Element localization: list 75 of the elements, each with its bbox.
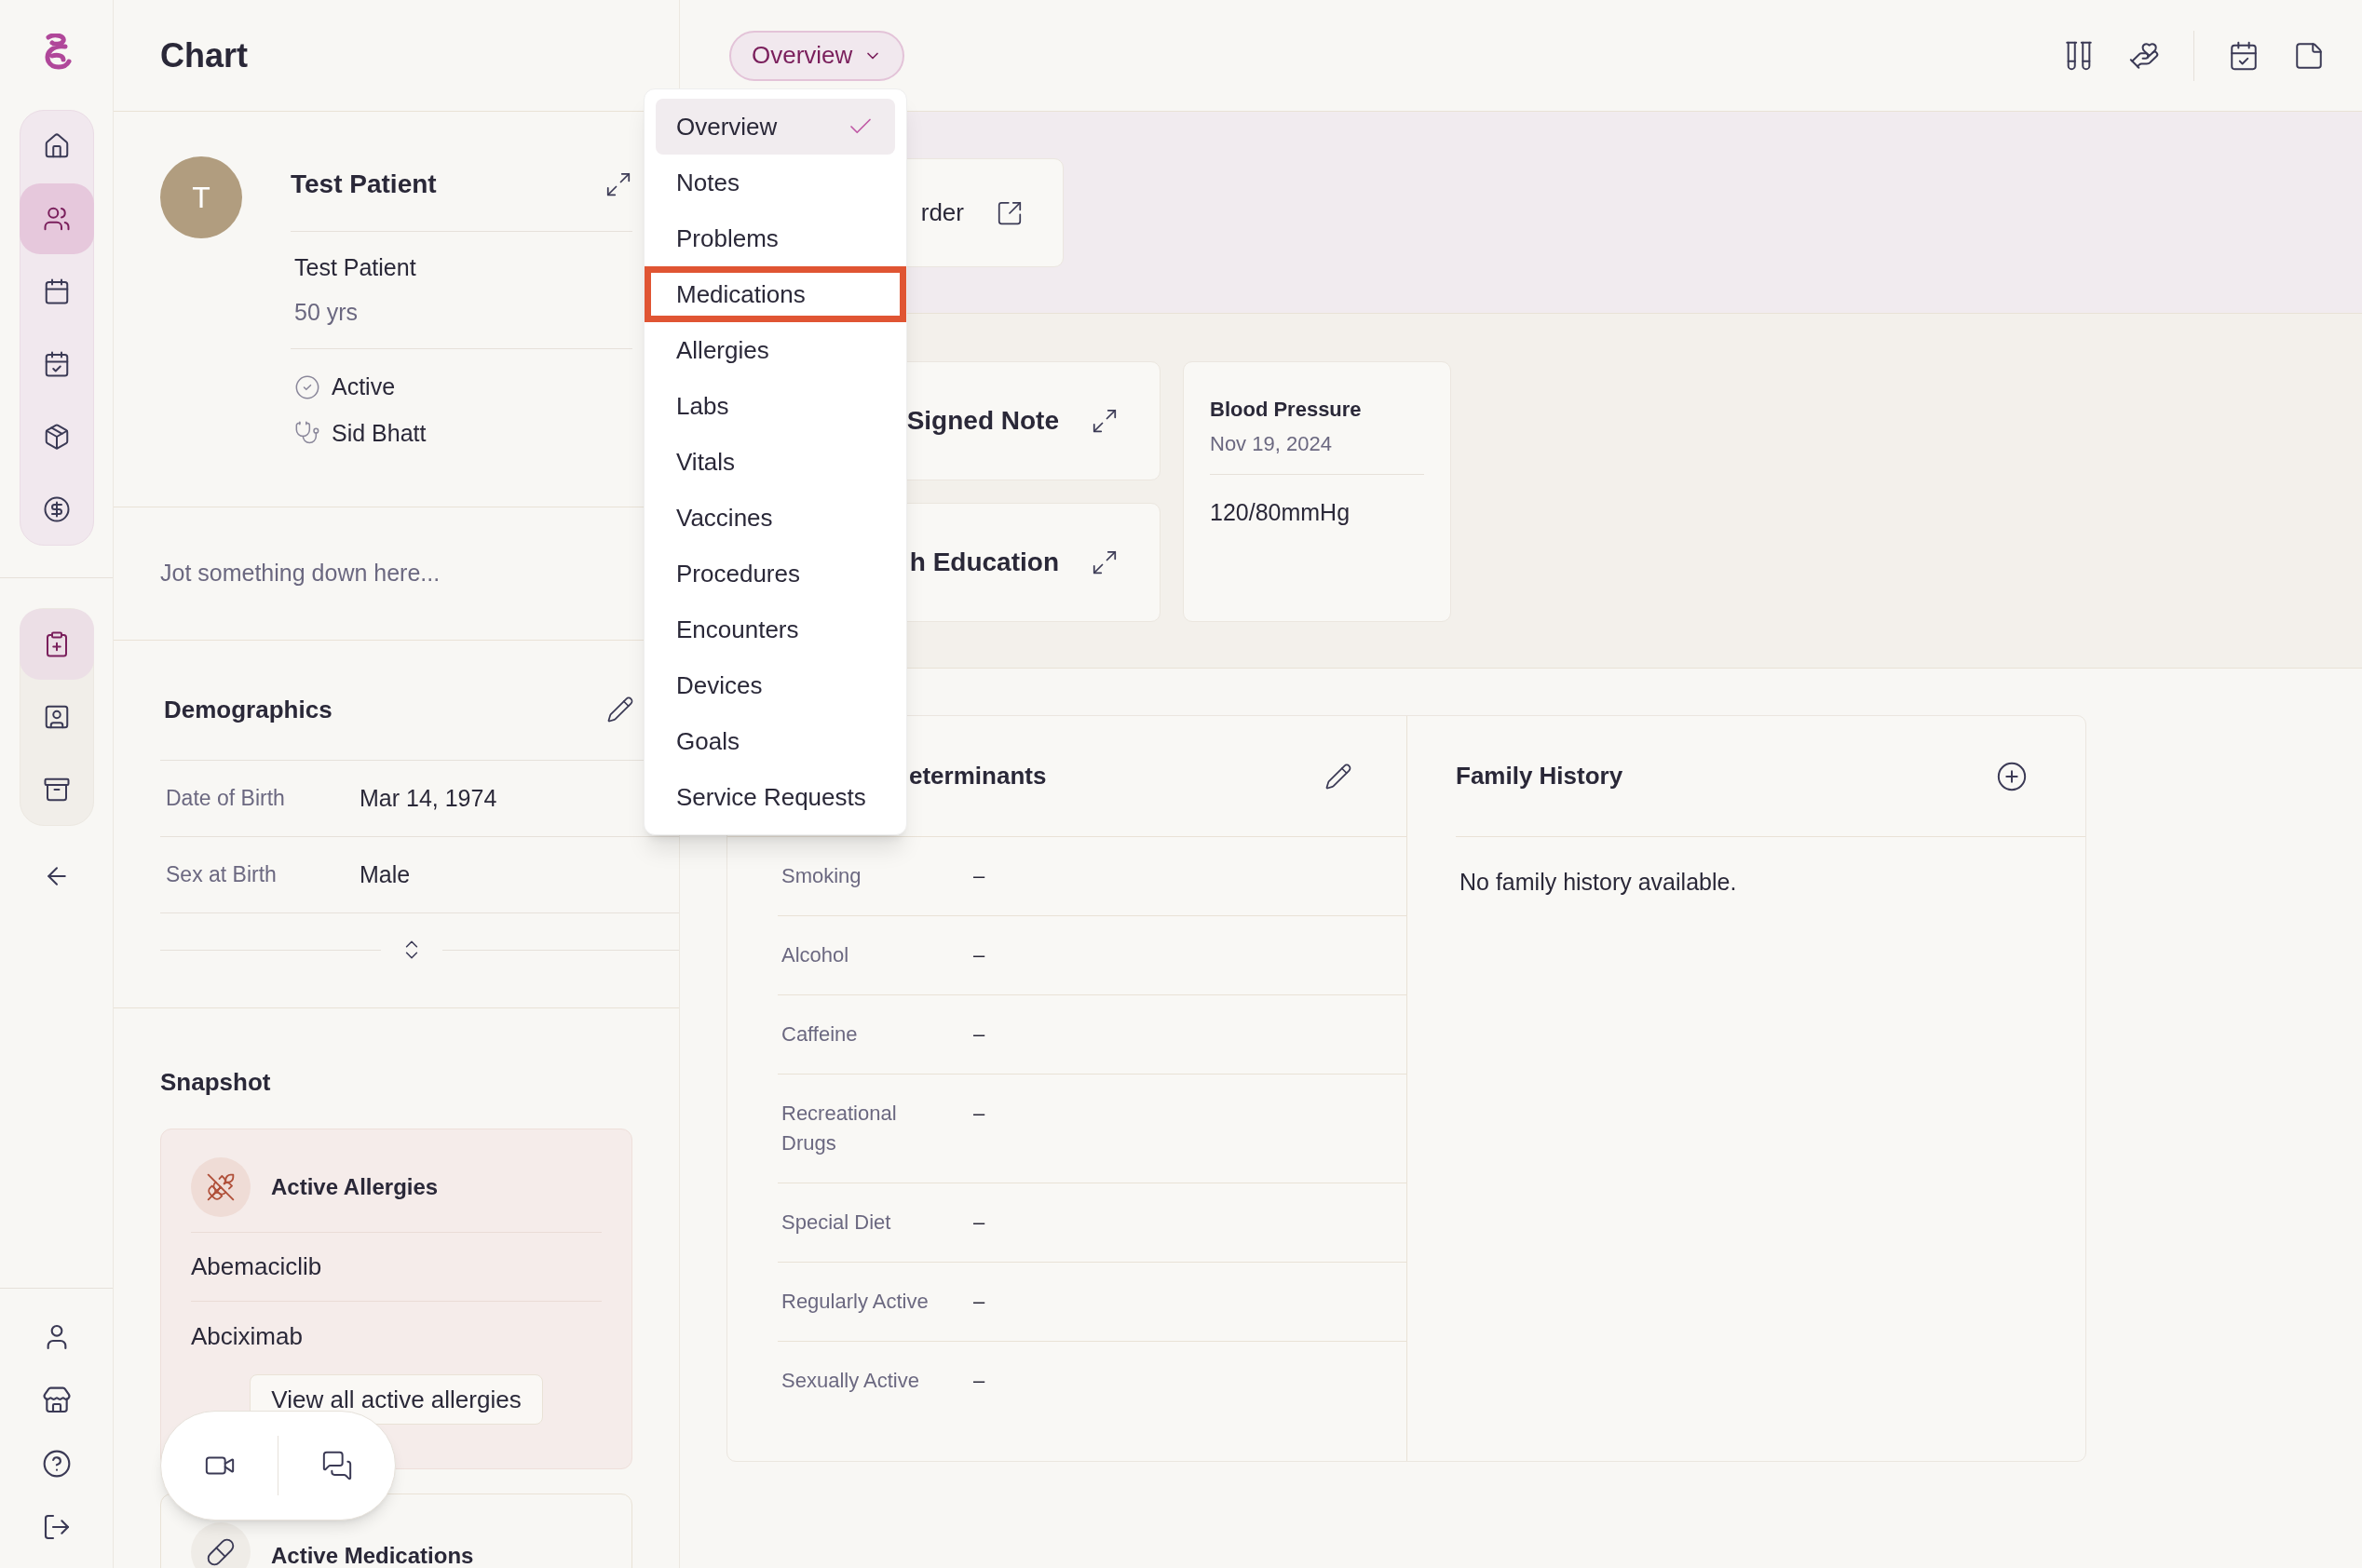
allergy-name: Abemaciclib (191, 1251, 322, 1282)
store-icon (41, 1386, 72, 1415)
empty-message: No family history available. (1459, 868, 1738, 897)
vital-date: Nov 19, 2024 (1210, 431, 1333, 457)
vital-name: Blood Pressure (1210, 397, 1363, 423)
nav-button[interactable] (19, 609, 94, 680)
dollar-icon (42, 495, 71, 523)
menu-item[interactable]: Notes (656, 155, 895, 210)
field-value: – (973, 1210, 985, 1236)
menu-item[interactable]: Goals (656, 713, 895, 769)
section-title: Snapshot (160, 1067, 272, 1098)
field-value: – (973, 1289, 985, 1315)
menu-item[interactable]: Service Requests (656, 769, 895, 825)
section-title: Demographics (164, 694, 333, 725)
nav-button[interactable] (19, 183, 94, 254)
note-field[interactable]: Jot something down here... (160, 556, 642, 591)
card-title: eterminants (909, 761, 1047, 791)
help-icon (41, 1449, 72, 1479)
archive-icon (42, 776, 71, 804)
expand-icon[interactable] (1091, 407, 1119, 435)
menu-item[interactable]: Encounters (656, 602, 895, 657)
pencil-icon[interactable] (1324, 762, 1352, 791)
view-all-button[interactable]: View all active allergies (250, 1374, 543, 1425)
patient-name: Test Patient (291, 169, 437, 200)
provider-name: Sid Bhatt (332, 418, 427, 448)
menu-item[interactable]: Allergies (656, 322, 895, 378)
field-value: Mar 14, 1974 (360, 783, 497, 813)
menu-item[interactable]: Procedures (656, 546, 895, 602)
field-label: Regularly Active (781, 1289, 930, 1315)
pencil-icon[interactable] (606, 696, 634, 723)
card-title: rder (920, 197, 964, 228)
menu-item[interactable]: Vaccines (656, 490, 895, 546)
allergy-name: Abciximab (191, 1320, 303, 1352)
menu-item[interactable]: Problems (656, 210, 895, 266)
page-title: Chart (160, 34, 248, 76)
field-value: – (973, 1021, 985, 1048)
field-value: – (973, 942, 985, 968)
add-icon[interactable] (1996, 760, 2028, 792)
patient-status: Active (332, 372, 396, 401)
check-circle-icon (294, 373, 320, 400)
field-label: Recreational Drugs (781, 1101, 898, 1156)
field-value: – (973, 1368, 985, 1394)
menu-item[interactable]: Labs (656, 378, 895, 434)
expand-icon[interactable] (1091, 548, 1119, 576)
pill-icon (206, 1537, 236, 1567)
card-title: h Education (909, 547, 1059, 578)
field-label: Alcohol (781, 942, 850, 968)
people-icon (42, 205, 71, 233)
avatar: T (160, 156, 242, 238)
expand-icon[interactable] (604, 170, 632, 198)
patient-age: 50 yrs (294, 297, 360, 327)
field-label: Sexually Active (781, 1368, 920, 1394)
view-selector[interactable]: Overview (729, 30, 905, 81)
card-title: Family History (1456, 761, 1623, 791)
field-value: – (973, 1101, 985, 1127)
card-title: Signed Note (906, 405, 1059, 437)
field-label: Special Diet (781, 1210, 892, 1236)
field-label: Date of Birth (166, 785, 286, 813)
card-title: Active Medications (271, 1542, 474, 1568)
card-title: Active Allergies (271, 1173, 439, 1201)
field-value: – (973, 863, 985, 889)
field-label: Caffeine (781, 1021, 859, 1048)
chat-bubbles-icon (320, 1450, 353, 1481)
wheat-off-icon (206, 1172, 236, 1202)
test-tubes-icon[interactable] (2063, 39, 2095, 72)
menu-item[interactable]: Devices (656, 657, 895, 713)
menu-item[interactable]: Overview (656, 99, 895, 155)
field-label: Smoking (781, 863, 862, 889)
field-value: Male (360, 859, 411, 889)
field-label: Sex at Birth (166, 861, 278, 889)
calendar-check-icon[interactable] (2228, 39, 2260, 72)
patient-full-name: Test Patient (294, 253, 417, 282)
vital-value: 120/80mmHg (1210, 498, 1351, 527)
menu-item[interactable]: Medications (645, 266, 906, 322)
menu-item[interactable]: Vitals (656, 434, 895, 490)
